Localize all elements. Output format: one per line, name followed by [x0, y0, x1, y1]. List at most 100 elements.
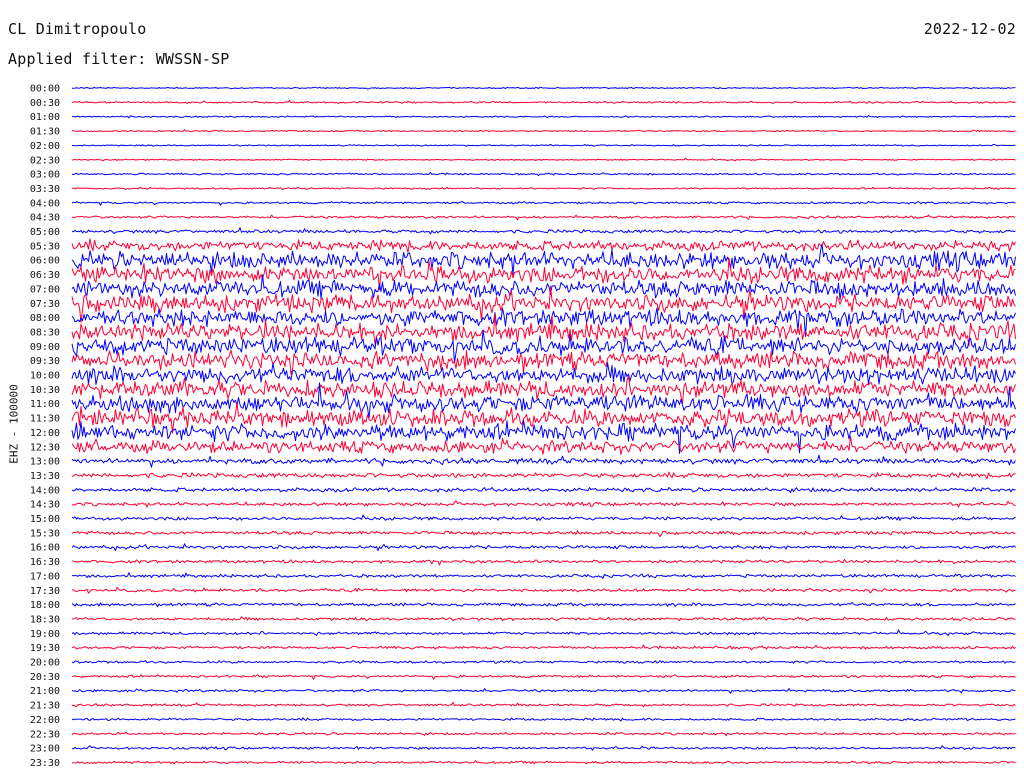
trace-line: [71, 257, 1016, 291]
time-tick-label: 22:00: [30, 715, 60, 726]
record-date: 2022-12-02: [923, 20, 1016, 38]
time-tick-label: 03:00: [30, 170, 60, 181]
trace-line: [71, 688, 1016, 694]
time-tick-label: 00:30: [30, 98, 60, 109]
time-tick-label: 13:00: [30, 457, 60, 468]
time-tick-label: 20:00: [30, 658, 60, 669]
trace-line: [71, 143, 1016, 147]
time-tick-label: 15:00: [30, 514, 60, 525]
time-tick-label: 04:30: [30, 213, 60, 224]
trace-line: [71, 285, 1016, 323]
trace-line: [71, 349, 1016, 375]
time-tick-label: 19:30: [30, 643, 60, 654]
channel-axis-label: EHZ - 100000: [7, 384, 21, 464]
station-name: CL Dimitropoulo: [8, 20, 147, 38]
trace-line: [71, 717, 1016, 722]
trace-line: [71, 543, 1016, 552]
time-tick-label: 23:30: [30, 758, 60, 769]
time-tick-label: 10:30: [30, 385, 60, 396]
time-tick-label: 01:00: [30, 112, 60, 123]
trace-line: [71, 629, 1016, 637]
trace-line: [71, 558, 1016, 566]
time-tick-label: 09:30: [30, 356, 60, 367]
time-tick-label: 20:30: [30, 672, 60, 683]
trace-line: [71, 227, 1016, 235]
trace-line: [71, 500, 1016, 508]
time-tick-label: 21:30: [30, 701, 60, 712]
trace-line: [71, 471, 1016, 480]
trace-line: [71, 157, 1016, 162]
trace-line: [72, 586, 1016, 594]
time-tick-label: 10:00: [30, 371, 60, 382]
time-tick-label: 17:30: [30, 586, 60, 597]
trace-line: [71, 86, 1016, 90]
trace-line: [71, 419, 1016, 454]
time-tick-label: 23:00: [30, 744, 60, 755]
time-tick-label: 06:30: [30, 270, 60, 281]
time-tick-label: 14:30: [30, 500, 60, 511]
trace-line: [71, 243, 1016, 275]
trace-line: [71, 435, 1016, 455]
trace-line: [71, 329, 1016, 364]
time-tick-label: 03:30: [30, 184, 60, 195]
time-tick-label: 11:00: [30, 399, 60, 410]
trace-line: [71, 115, 1016, 119]
time-tick-label: 08:00: [30, 313, 60, 324]
trace-line: [71, 171, 1016, 177]
trace-line: [71, 200, 1016, 206]
trace-line: [71, 572, 1016, 579]
time-tick-label: 09:00: [30, 342, 60, 353]
time-tick-label: 04:00: [30, 198, 60, 209]
time-tick-label: 02:00: [30, 141, 60, 152]
time-tick-label: 18:00: [30, 600, 60, 611]
trace-line: [71, 454, 1016, 468]
trace-line: [71, 644, 1016, 651]
trace-line: [71, 530, 1016, 538]
time-tick-label: 15:30: [30, 528, 60, 539]
trace-line: [71, 274, 1016, 301]
trace-line: [71, 402, 1016, 434]
trace-line: [71, 382, 1016, 419]
trace-line: [71, 514, 1016, 521]
time-tick-label: 14:00: [30, 485, 60, 496]
time-tick-label: 05:00: [30, 227, 60, 238]
helicorder-plot: 00:00 00:30 01:00 01:30 02:00 02:30 03:00 03:30…: [30, 84, 1016, 769]
trace-line: [71, 674, 1016, 680]
trace-line: [71, 214, 1016, 221]
filter-label: Applied filter: WWSSN-SP: [8, 50, 230, 68]
trace-line: [71, 760, 1016, 765]
time-tick-label: 17:00: [30, 571, 60, 582]
trace-line: [71, 745, 1016, 751]
time-tick-label: 18:30: [30, 614, 60, 625]
trace-line: [71, 186, 1016, 190]
trace-line: [71, 602, 1016, 608]
time-tick-label: 02:30: [30, 155, 60, 166]
time-tick-label: 06:00: [30, 256, 60, 267]
trace-line: [71, 701, 1016, 708]
time-tick-label: 07:00: [30, 284, 60, 295]
time-tick-labels: 00:00 00:30 01:00 01:30 02:00 02:30 03:00 03:30…: [30, 84, 60, 769]
trace-line: [71, 362, 1016, 385]
time-tick-label: 12:00: [30, 428, 60, 439]
time-tick-label: 11:30: [30, 414, 60, 425]
time-tick-label: 01:30: [30, 127, 60, 138]
time-tick-label: 21:00: [30, 686, 60, 697]
trace-line: [71, 238, 1016, 253]
trace-group: [71, 86, 1016, 765]
time-tick-label: 07:30: [30, 299, 60, 310]
trace-line: [71, 660, 1016, 664]
trace-line: [71, 100, 1016, 104]
time-tick-label: 19:00: [30, 629, 60, 640]
trace-line: [71, 129, 1016, 133]
trace-line: [71, 313, 1016, 347]
trace-line: [71, 486, 1016, 494]
trace-line: [71, 376, 1016, 404]
time-tick-label: 12:30: [30, 442, 60, 453]
time-tick-label: 00:00: [30, 84, 60, 95]
time-tick-label: 08:30: [30, 327, 60, 338]
time-tick-label: 13:30: [30, 471, 60, 482]
time-tick-label: 16:30: [30, 557, 60, 568]
time-tick-label: 05:30: [30, 241, 60, 252]
trace-line: [71, 731, 1016, 737]
time-tick-label: 16:00: [30, 543, 60, 554]
